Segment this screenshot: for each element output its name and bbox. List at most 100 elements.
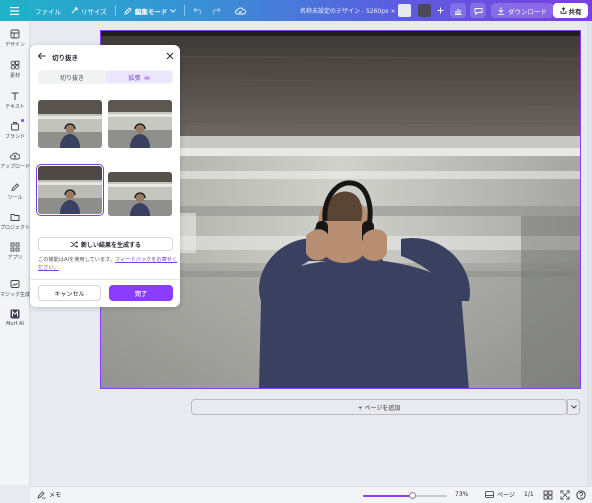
result-thumbnail-selected[interactable] xyxy=(36,164,104,216)
file-menu[interactable]: ファイル xyxy=(30,0,66,21)
tab-crop[interactable]: 切り抜き xyxy=(39,71,105,83)
result-thumbnail[interactable] xyxy=(108,100,172,148)
ai-note-text: この機能はAIを使用しています。 xyxy=(38,257,116,263)
rail-label: Murf AI xyxy=(6,321,24,327)
tab-label: 拡張 xyxy=(128,74,141,82)
share-icon xyxy=(560,7,566,14)
shapes-icon xyxy=(10,60,20,70)
folder-icon xyxy=(10,214,20,221)
done-button[interactable]: 完了 xyxy=(109,285,173,301)
help-icon[interactable] xyxy=(576,490,586,500)
rail-item-apps[interactable]: アプリ xyxy=(0,242,30,261)
zoom-slider-handle[interactable] xyxy=(409,492,417,499)
result-thumbnail[interactable] xyxy=(38,100,102,148)
save-status-button[interactable] xyxy=(230,0,251,21)
side-rail: デザイン 素材 テキスト ブランド アップロード ツール プロジェクト アプリ … xyxy=(0,21,30,485)
rail-item-elements[interactable]: 素材 xyxy=(0,60,30,79)
add-collaborator-button[interactable] xyxy=(432,3,448,18)
result-thumbnail[interactable] xyxy=(108,172,172,216)
pen-tool-icon xyxy=(11,183,20,192)
add-page-menu-button[interactable] xyxy=(567,399,580,415)
rail-item-design[interactable]: デザイン xyxy=(0,29,30,48)
undo-icon xyxy=(193,7,202,14)
chevron-down-icon xyxy=(170,8,177,13)
comment-icon xyxy=(474,7,482,15)
result-image xyxy=(38,100,102,148)
generate-new-results-button[interactable]: 新しい結果を生成する xyxy=(38,237,173,251)
download-button[interactable]: ダウンロード xyxy=(491,3,553,18)
grid-view-icon[interactable] xyxy=(543,490,553,500)
undo-button[interactable] xyxy=(188,0,207,21)
toolbar-divider xyxy=(184,5,186,16)
magic-image-icon xyxy=(10,280,20,288)
rail-item-uploads[interactable]: アップロード xyxy=(0,151,30,170)
insights-button[interactable] xyxy=(450,3,466,18)
panel-tabs: 切り抜き 拡張 xyxy=(38,70,173,84)
rail-item-projects[interactable]: プロジェクト xyxy=(0,212,30,231)
vertical-scrollbar[interactable] xyxy=(587,21,592,485)
download-label: ダウンロード xyxy=(508,7,547,16)
pages-icon xyxy=(485,491,494,498)
panel-divider xyxy=(30,279,180,280)
rail-item-brand[interactable]: ブランド xyxy=(0,119,30,140)
edit-mode-dropdown[interactable]: 編集モード xyxy=(119,0,182,21)
cancel-button[interactable]: キャンセル xyxy=(38,285,101,301)
top-toolbar: ファイル リサイズ 編集モード 名称未設定のデザイン - 5260px × 35… xyxy=(0,0,592,21)
rail-label: アプリ xyxy=(7,255,23,261)
generate-label: 新しい結果を生成する xyxy=(80,241,141,249)
zoom-percentage[interactable]: 73% xyxy=(455,491,468,498)
apps-grid-icon xyxy=(10,242,20,252)
redo-button[interactable] xyxy=(207,0,226,21)
page-count[interactable]: 1/1 xyxy=(524,491,534,498)
notes-icon xyxy=(37,490,46,499)
murf-logo-icon xyxy=(10,309,20,319)
result-image xyxy=(38,166,102,214)
chevron-down-icon xyxy=(570,405,577,409)
share-label: 共有 xyxy=(568,7,582,16)
rail-item-text[interactable]: テキスト xyxy=(0,91,30,110)
zoom-slider[interactable] xyxy=(363,492,447,499)
pencil-icon xyxy=(124,6,132,15)
resize-label: リサイズ xyxy=(81,7,107,16)
cancel-label: キャンセル xyxy=(54,290,85,298)
collaborator-avatar[interactable] xyxy=(418,4,431,17)
menu-button[interactable] xyxy=(0,0,24,21)
add-page-button[interactable]: + ページを追加 xyxy=(191,399,567,415)
brand-icon xyxy=(11,122,19,131)
rail-label: 素材 xyxy=(9,73,20,79)
pages-button[interactable]: ページ xyxy=(485,490,515,499)
layout-icon xyxy=(10,29,20,39)
rail-label: ブランド xyxy=(4,134,25,140)
rail-label: テキスト xyxy=(5,104,25,110)
collaborator-avatar[interactable] xyxy=(398,4,411,17)
notes-button[interactable]: メモ xyxy=(37,490,61,499)
result-image xyxy=(108,100,172,148)
text-icon xyxy=(11,92,19,100)
document-title[interactable]: 名称未設定のデザイン - 5260px × 35 xyxy=(300,0,405,21)
resize-button[interactable]: リサイズ xyxy=(66,0,112,21)
rail-item-magic-media[interactable]: マジック生成 xyxy=(0,279,30,298)
fullscreen-icon[interactable] xyxy=(560,490,570,500)
plus-icon xyxy=(437,7,443,14)
comments-button[interactable] xyxy=(470,3,486,18)
close-icon[interactable] xyxy=(165,51,175,61)
add-page-label: + ページを追加 xyxy=(357,404,401,412)
panel-title: 切り抜き xyxy=(52,54,78,62)
rail-label: アップロード xyxy=(0,164,31,170)
rail-label: マジック生成 xyxy=(0,292,31,298)
zoom-slider-fill xyxy=(363,495,413,497)
file-menu-label: ファイル xyxy=(35,7,61,16)
pages-label: ページ xyxy=(497,492,515,499)
cloud-upload-icon xyxy=(10,152,20,160)
back-arrow-icon[interactable] xyxy=(37,51,47,61)
rail-item-murf-ai[interactable]: Murf AI xyxy=(0,309,30,327)
hamburger-icon xyxy=(10,6,19,15)
rail-label: デザイン xyxy=(4,42,25,48)
notification-dot xyxy=(21,119,24,122)
rail-item-tools[interactable]: ツール xyxy=(0,182,30,201)
download-icon xyxy=(497,7,505,15)
rail-label: プロジェクト xyxy=(0,225,31,231)
tab-expand[interactable]: 拡張 xyxy=(106,71,172,83)
tab-label: 切り抜き xyxy=(59,74,84,82)
share-button[interactable]: 共有 xyxy=(553,3,588,18)
